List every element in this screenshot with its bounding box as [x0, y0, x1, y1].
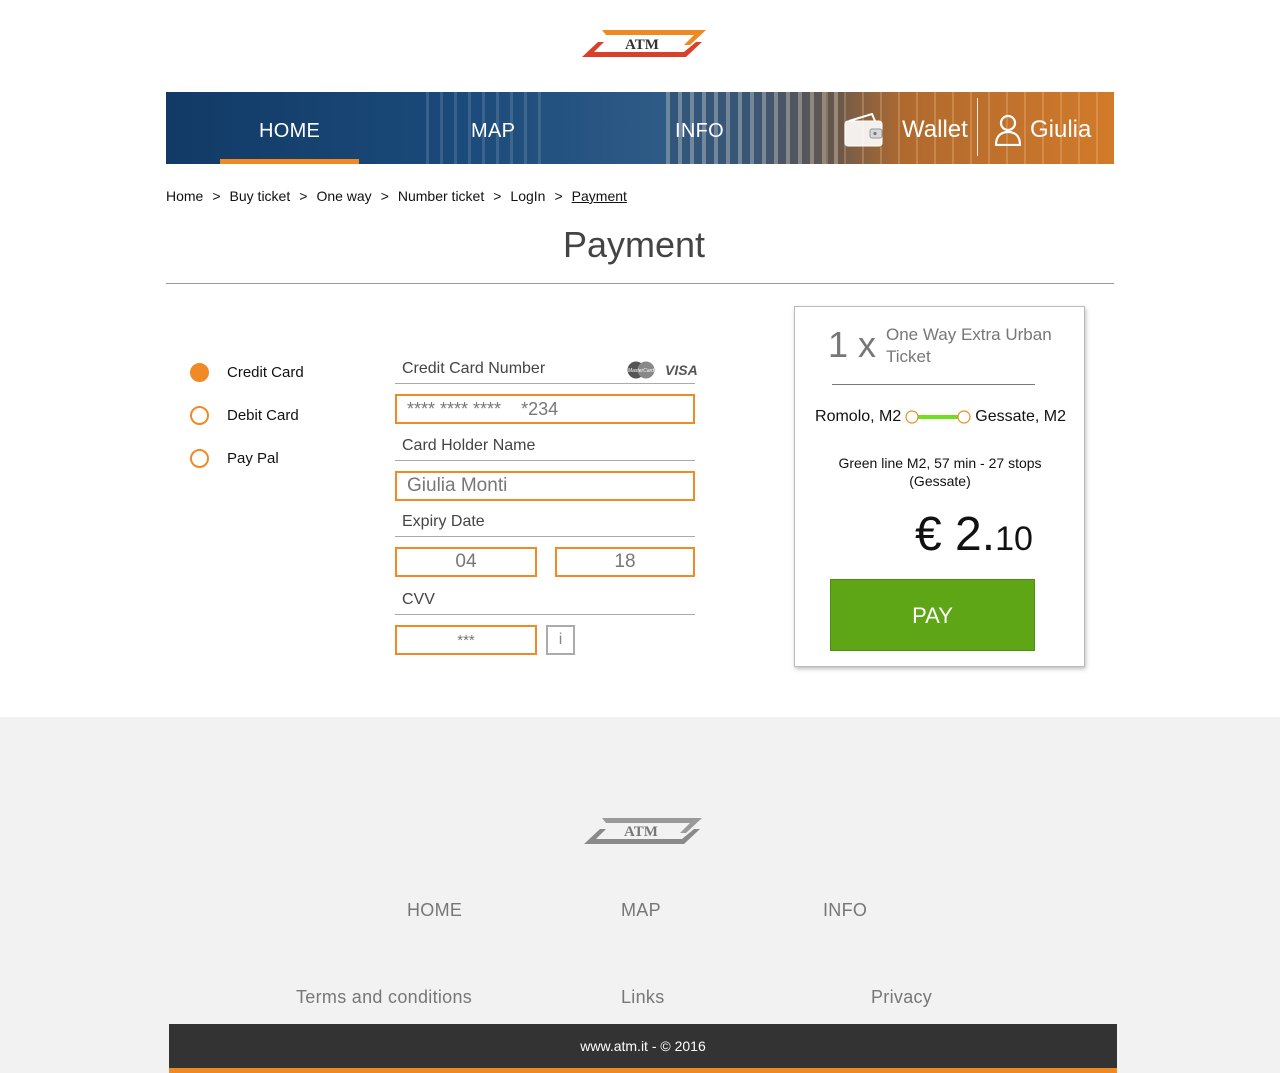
cvv-info-button[interactable]: i [546, 625, 575, 655]
atm-logo-text: ATM [625, 37, 659, 53]
nav-map[interactable]: MAP [471, 120, 515, 143]
nav-info[interactable]: INFO [675, 120, 724, 143]
wallet-icon [844, 113, 883, 147]
footer-logo-text: ATM [624, 824, 658, 840]
footer-terms-link[interactable]: Terms and conditions [296, 987, 472, 1008]
footer-nav-map[interactable]: MAP [621, 900, 661, 921]
expiry-year-input[interactable] [555, 547, 695, 577]
payment-method-label: Credit Card [227, 364, 304, 381]
breadcrumb: Home > Buy ticket > One way > Number tic… [166, 188, 627, 204]
user-account-button[interactable]: Giulia [994, 110, 1091, 150]
card-holder-input[interactable] [395, 471, 695, 501]
route-to: Gessate, M2 [975, 408, 1066, 425]
atm-logo[interactable]: ATM [580, 27, 708, 60]
copyright-bar: www.atm.it - © 2016 [169, 1024, 1117, 1073]
title-divider [166, 283, 1114, 284]
breadcrumb-separator: > [493, 188, 502, 204]
ticket-quantity: 1 x [828, 324, 877, 365]
order-summary: 1 x One Way Extra Urban Ticket Romolo, M… [794, 306, 1085, 667]
ticket-price: € 2.10 [915, 507, 1033, 562]
cvv-input[interactable] [395, 625, 537, 655]
breadcrumb-login[interactable]: LogIn [510, 188, 545, 204]
payment-method-paypal[interactable]: Pay Pal [190, 449, 279, 468]
nav-divider [977, 98, 978, 156]
expiry-month-input[interactable] [395, 547, 537, 577]
footer-links-link[interactable]: Links [621, 987, 665, 1008]
footer-atm-logo[interactable]: ATM [582, 815, 704, 847]
radio-selected[interactable] [190, 363, 209, 382]
route-description: Green line M2, 57 min - 27 stops (Gessat… [838, 455, 1042, 489]
cvv-label: CVV [395, 591, 695, 615]
wallet-button[interactable]: Wallet [844, 110, 968, 150]
breadcrumb-one-way[interactable]: One way [316, 188, 371, 204]
page-title: Payment [562, 224, 706, 265]
route: Romolo, M2 Gessate, M2 [795, 408, 1086, 426]
breadcrumb-buy-ticket[interactable]: Buy ticket [230, 188, 291, 204]
user-icon [994, 114, 1022, 146]
breadcrumb-separator: > [554, 188, 563, 204]
user-name: Giulia [1030, 116, 1092, 143]
expiry-date-label: Expiry Date [395, 513, 695, 537]
summary-divider [832, 384, 1035, 385]
wallet-label: Wallet [902, 116, 968, 143]
route-line-icon [905, 410, 971, 424]
breadcrumb-separator: > [212, 188, 221, 204]
footer-privacy-link[interactable]: Privacy [871, 987, 932, 1008]
payment-method-label: Pay Pal [227, 450, 279, 467]
breadcrumb-separator: > [380, 188, 389, 204]
payment-method-label: Debit Card [227, 407, 299, 424]
card-holder-label: Card Holder Name [395, 437, 695, 461]
radio-unselected[interactable] [190, 406, 209, 425]
payment-method-credit-card[interactable]: Credit Card [190, 363, 304, 382]
route-from: Romolo, M2 [815, 408, 902, 425]
radio-unselected[interactable] [190, 449, 209, 468]
nav-active-indicator [220, 159, 359, 164]
svg-text:MasterCard: MasterCard [628, 368, 654, 374]
card-number-input[interactable] [395, 394, 695, 424]
breadcrumb-number-ticket[interactable]: Number ticket [398, 188, 484, 204]
card-brands: MasterCard VISA [625, 361, 698, 379]
ticket-name: One Way Extra Urban Ticket [886, 325, 1052, 366]
pay-button[interactable]: PAY [830, 579, 1035, 651]
nav-home[interactable]: HOME [259, 120, 320, 143]
payment-method-debit-card[interactable]: Debit Card [190, 406, 299, 425]
footer-nav-info[interactable]: INFO [823, 900, 867, 921]
footer-nav-home[interactable]: HOME [407, 900, 462, 921]
main-navbar: HOME MAP INFO Wallet Giulia [166, 92, 1114, 164]
mastercard-icon: MasterCard [627, 361, 655, 379]
visa-icon: VISA [665, 362, 698, 378]
breadcrumb-payment[interactable]: Payment [572, 188, 627, 204]
breadcrumb-home[interactable]: Home [166, 188, 203, 204]
price-main: € 2. [915, 508, 996, 561]
footer: ATM HOME MAP INFO Terms and conditions L… [0, 717, 1280, 1073]
price-cents: 10 [995, 520, 1033, 558]
breadcrumb-separator: > [299, 188, 308, 204]
